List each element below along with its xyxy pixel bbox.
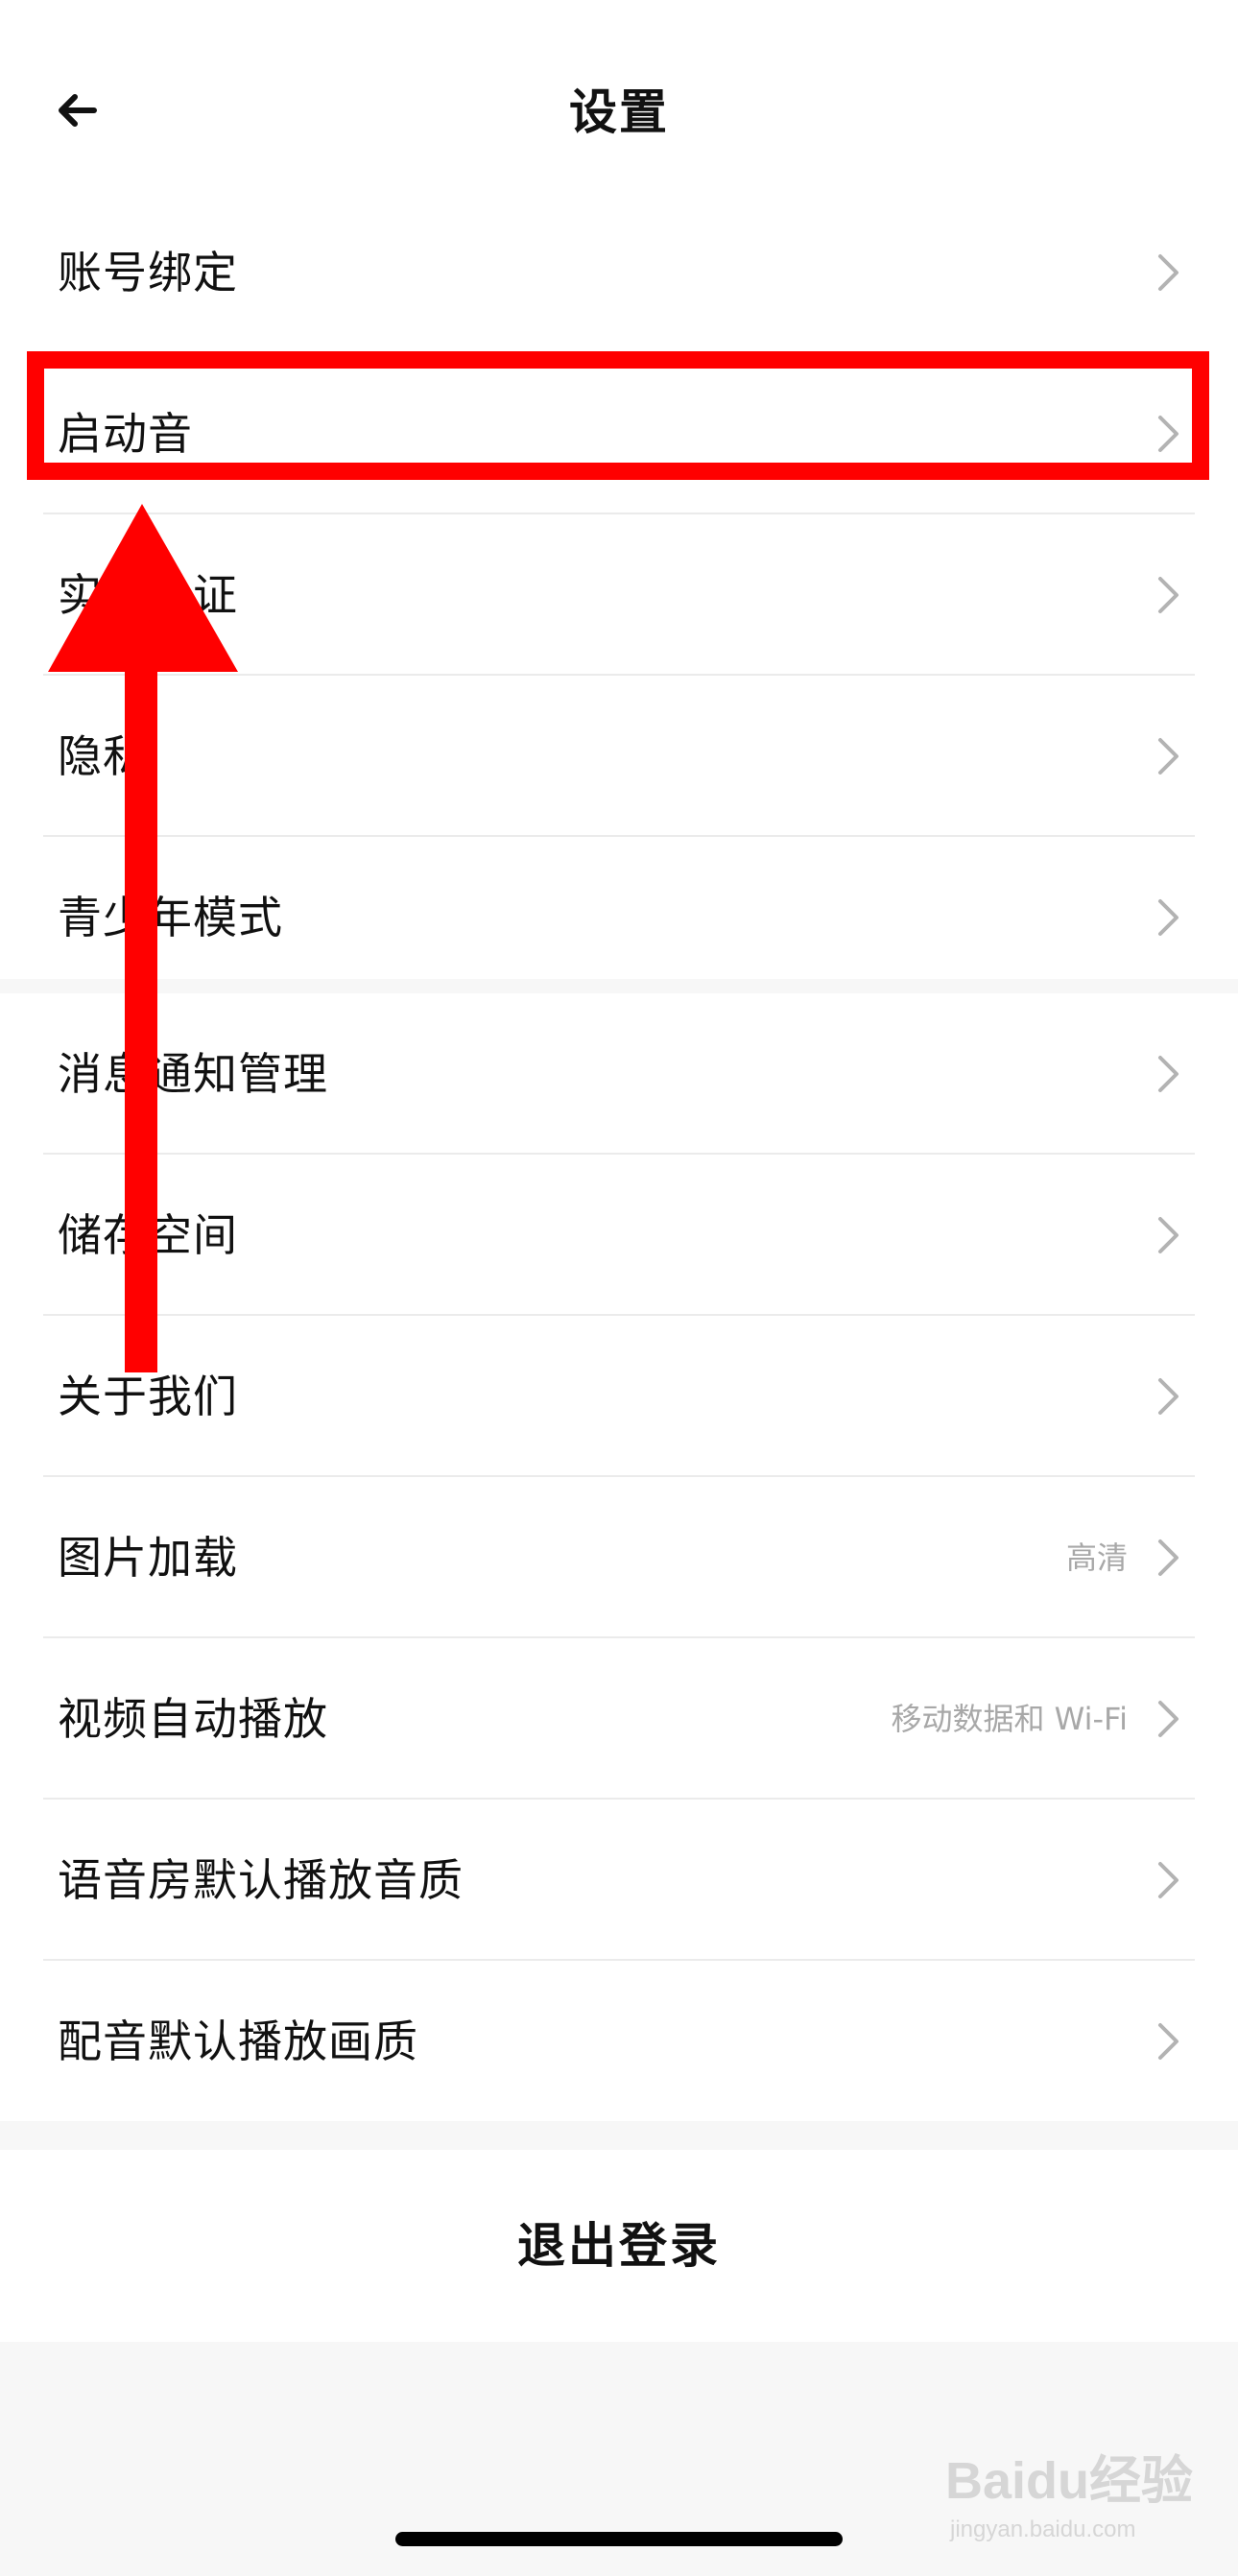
settings-row-privacy[interactable]: 隐私 (0, 676, 1238, 837)
chevron-right-icon (1158, 1862, 1178, 1898)
settings-row-video-autoplay[interactable]: 视频自动播放 移动数据和 Wi-Fi (0, 1638, 1238, 1800)
watermark-url: jingyan.baidu.com (950, 2516, 1136, 2542)
chevron-right-icon (1158, 1056, 1178, 1092)
chevron-right-icon (1158, 416, 1178, 452)
settings-row-label: 青少年模式 (58, 892, 283, 943)
chevron-right-icon (1158, 1539, 1178, 1576)
settings-row-value: 高清 (1065, 1539, 1128, 1576)
settings-row-real-name-verification[interactable]: 实名认证 (0, 514, 1238, 676)
settings-row-label: 实名认证 (58, 569, 238, 621)
settings-row-label: 语音房默认播放音质 (58, 1854, 464, 1906)
chevron-right-icon (1158, 1217, 1178, 1253)
watermark: Baidu经验 jingyan.baidu.com (945, 2438, 1195, 2553)
nav-bar: 设置 (0, 0, 1238, 192)
chevron-right-icon (1158, 1378, 1178, 1415)
page-title: 设置 (569, 84, 669, 140)
settings-row-storage[interactable]: 储存空间 (0, 1155, 1238, 1316)
settings-row-voice-room-quality[interactable]: 语音房默认播放音质 (0, 1800, 1238, 1961)
logout-button[interactable]: 退出登录 (0, 2150, 1238, 2342)
chevron-right-icon (1158, 738, 1178, 775)
settings-row-account-binding[interactable]: 账号绑定 (0, 192, 1238, 353)
watermark-brand: Baidu经验 (945, 2452, 1194, 2510)
settings-row-about-us[interactable]: 关于我们 (0, 1316, 1238, 1477)
settings-row-label: 消息通知管理 (58, 1048, 328, 1100)
settings-row-notification-management[interactable]: 消息通知管理 (0, 993, 1238, 1155)
settings-row-image-loading[interactable]: 图片加载 高清 (0, 1477, 1238, 1638)
settings-row-label: 启动音 (58, 408, 193, 460)
home-indicator[interactable] (395, 2532, 843, 2546)
settings-row-label: 账号绑定 (58, 247, 238, 298)
settings-group-2: 消息通知管理 储存空间 关于我们 图片加载 高清 视频自动播放 移动数据和 Wi… (0, 993, 1238, 2121)
settings-row-label: 配音默认播放画质 (58, 2015, 418, 2067)
settings-row-label: 储存空间 (58, 1209, 238, 1261)
settings-row-dubbing-quality[interactable]: 配音默认播放画质 (0, 1961, 1238, 2122)
chevron-right-icon (1158, 1701, 1178, 1737)
chevron-right-icon (1158, 2023, 1178, 2060)
chevron-right-icon (1158, 254, 1178, 291)
chevron-right-icon (1158, 899, 1178, 936)
settings-row-label: 视频自动播放 (58, 1693, 328, 1745)
settings-row-value: 移动数据和 Wi-Fi (891, 1701, 1128, 1737)
settings-row-label: 隐私 (58, 730, 148, 782)
chevron-right-icon (1158, 577, 1178, 613)
settings-row-label: 图片加载 (58, 1532, 238, 1584)
settings-row-youth-mode[interactable]: 青少年模式 (0, 837, 1238, 998)
settings-row-startup-sound[interactable]: 启动音 (0, 353, 1238, 514)
settings-row-label: 关于我们 (58, 1371, 238, 1422)
settings-group-1: 账号绑定 启动音 实名认证 隐私 青少年模式 (0, 192, 1238, 979)
